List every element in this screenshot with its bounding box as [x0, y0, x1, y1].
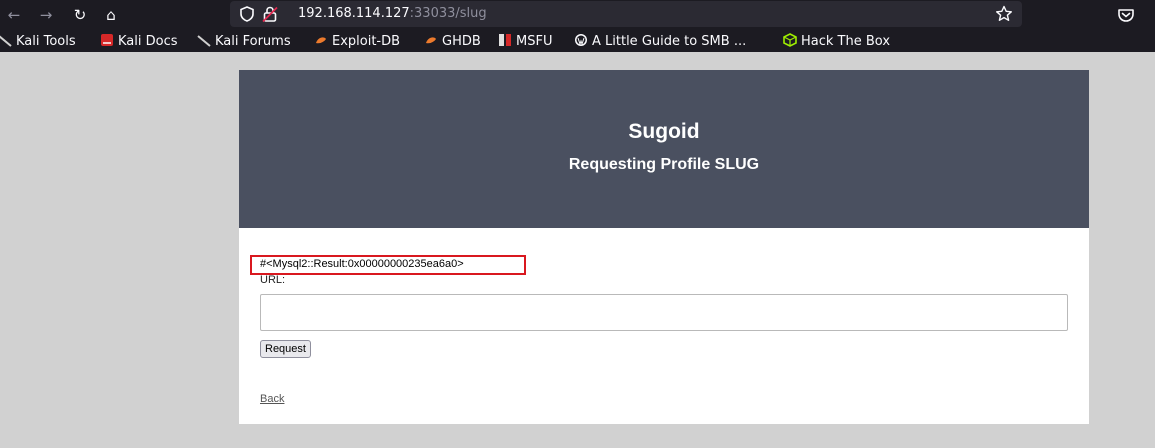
kali-dragon-icon — [0, 35, 12, 47]
bookmark-label: GHDB — [442, 34, 481, 49]
page-title: Sugoid — [628, 120, 700, 143]
back-link[interactable]: Back — [260, 393, 284, 406]
exploit-db-icon — [316, 37, 326, 44]
page-subtitle: Requesting Profile SLUG — [568, 156, 760, 173]
bookmark-hack-the-box[interactable]: Hack The Box — [783, 33, 890, 49]
query-result-text: #<Mysql2::Result:0x00000000235ea6a0> — [260, 258, 464, 270]
forward-arrow-icon[interactable]: → — [35, 4, 57, 26]
bookmark-star-icon[interactable] — [994, 4, 1014, 24]
url-path: :33033/slug — [409, 6, 487, 21]
bookmark-kali-forums[interactable]: Kali Forums — [197, 33, 291, 49]
bookmark-label: Hack The Box — [801, 34, 891, 49]
bookmark-label: MSFU — [516, 34, 553, 49]
url-input[interactable] — [260, 294, 1068, 331]
url-label: URL: — [260, 274, 286, 286]
browser-toolbar: ← → ↻ ⌂ 192.168.114.127:33033/slug — [0, 0, 1155, 30]
bookmark-ghdb[interactable]: GHDB — [424, 33, 481, 49]
pocket-icon[interactable] — [1116, 5, 1136, 25]
bookmark-label: Kali Forums — [215, 34, 291, 49]
back-arrow-icon[interactable]: ← — [3, 4, 25, 26]
bookmark-label: Kali Tools — [16, 34, 76, 49]
reload-icon[interactable]: ↻ — [69, 4, 91, 26]
exploit-db-icon — [426, 37, 436, 44]
kali-dragon-icon — [197, 35, 211, 47]
address-bar[interactable]: 192.168.114.127:33033/slug — [230, 1, 1022, 27]
bookmark-exploit-db[interactable]: Exploit-DB — [314, 33, 400, 49]
page-header: Sugoid Requesting Profile SLUG — [239, 70, 1089, 228]
shield-icon[interactable] — [238, 5, 256, 23]
request-button[interactable]: Request — [260, 340, 311, 358]
bookmark-label: Kali Docs — [118, 34, 178, 49]
bookmarks-toolbar: Kali Tools Kali Docs Kali Forums Exploit… — [0, 30, 1155, 52]
bookmark-label: A Little Guide to SMB ... — [592, 34, 747, 49]
home-icon[interactable]: ⌂ — [100, 4, 122, 26]
wordpress-icon — [575, 34, 587, 46]
url-text[interactable]: 192.168.114.127:33033/slug — [298, 6, 487, 21]
hackthebox-icon — [783, 33, 797, 47]
request-form-card: #<Mysql2::Result:0x00000000235ea6a0> URL… — [239, 228, 1089, 424]
url-host: 192.168.114.127 — [298, 6, 410, 21]
bookmark-msfu[interactable]: MSFU — [498, 33, 552, 49]
kali-docs-icon — [101, 34, 113, 46]
bookmark-kali-docs[interactable]: Kali Docs — [100, 33, 178, 49]
msfu-icon — [499, 34, 511, 46]
bookmark-smb-guide[interactable]: A Little Guide to SMB ... — [574, 33, 746, 49]
bookmark-kali-tools[interactable]: Kali Tools — [0, 33, 76, 49]
bookmark-label: Exploit-DB — [332, 34, 401, 49]
insecure-lock-icon[interactable] — [261, 5, 279, 23]
